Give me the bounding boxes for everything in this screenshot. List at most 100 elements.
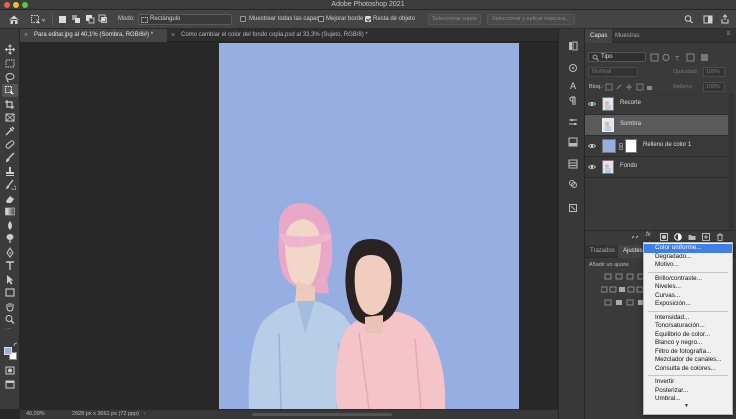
object-subtract-checkbox[interactable] bbox=[365, 16, 371, 22]
object-selection-tool-icon[interactable] bbox=[30, 14, 46, 25]
visibility-eye-icon[interactable] bbox=[588, 101, 596, 107]
search-icon[interactable] bbox=[684, 14, 694, 25]
history-brush-tool-icon[interactable] bbox=[4, 179, 16, 190]
swap-colors-icon[interactable] bbox=[13, 342, 18, 347]
screen-mode-icon[interactable] bbox=[4, 379, 16, 390]
add-mask-icon[interactable] bbox=[660, 233, 668, 241]
scroll-down-icon[interactable]: ▼ bbox=[684, 403, 689, 409]
tab-capas[interactable]: Capas bbox=[585, 29, 613, 43]
tab-muestras[interactable]: Muestras bbox=[610, 29, 645, 43]
eyedropper-tool-icon[interactable] bbox=[4, 125, 16, 136]
adjustment-preset-icons[interactable] bbox=[601, 272, 645, 308]
document-canvas[interactable] bbox=[219, 43, 519, 409]
zoom-level[interactable]: 40,09% bbox=[26, 410, 45, 419]
tab-para-editar[interactable]: × Para editar.jpg al 40,1% (Sombra, RGB/… bbox=[20, 29, 167, 42]
menu-item-11[interactable]: Equilibrio de color... bbox=[644, 331, 732, 340]
object-selection-tool-icon[interactable] bbox=[4, 85, 16, 96]
layer-filter-select[interactable]: Tipo bbox=[588, 52, 646, 62]
quick-mask-icon[interactable] bbox=[4, 365, 16, 376]
menu-item-5[interactable]: Niveles... bbox=[644, 283, 732, 292]
healing-brush-tool-icon[interactable] bbox=[4, 139, 16, 150]
layer-fondo[interactable]: Fondo bbox=[585, 157, 728, 178]
blur-tool-icon[interactable] bbox=[4, 220, 16, 231]
menu-item-9[interactable]: Intensidad... bbox=[644, 314, 732, 323]
add-to-selection-icon[interactable] bbox=[71, 14, 81, 25]
workspace-icon[interactable] bbox=[703, 14, 713, 25]
eraser-tool-icon[interactable] bbox=[4, 193, 16, 204]
path-selection-tool-icon[interactable] bbox=[4, 274, 16, 285]
mode-select[interactable]: Rectángulo bbox=[138, 14, 232, 25]
history-icon[interactable] bbox=[568, 41, 578, 51]
adjustments-icon[interactable] bbox=[568, 117, 578, 127]
dodge-tool-icon[interactable] bbox=[4, 233, 16, 244]
libraries-icon[interactable] bbox=[568, 203, 578, 213]
menu-item-7[interactable]: Exposición... bbox=[644, 300, 732, 309]
menu-item-10[interactable]: Tono/saturación... bbox=[644, 322, 732, 331]
zoom-tool-icon[interactable] bbox=[4, 314, 16, 325]
delete-layer-icon[interactable] bbox=[716, 233, 724, 241]
layer-sombra[interactable]: Sombra bbox=[585, 115, 728, 136]
sample-all-layers-checkbox[interactable] bbox=[240, 16, 246, 22]
foreground-color-swatch[interactable] bbox=[4, 347, 12, 355]
home-icon[interactable] bbox=[8, 14, 20, 25]
type-tool-icon[interactable] bbox=[4, 260, 16, 271]
more-tools-icon[interactable]: ··· bbox=[6, 327, 14, 332]
select-subject-button[interactable]: Seleccionar sujeto bbox=[428, 14, 481, 25]
frame-tool-icon[interactable] bbox=[4, 112, 16, 123]
menu-item-14[interactable]: Mezclador de canales... bbox=[644, 356, 732, 365]
channels-icon[interactable] bbox=[568, 179, 578, 189]
tab-trazados[interactable]: Trazados bbox=[585, 245, 620, 258]
visibility-eye-icon[interactable] bbox=[588, 143, 596, 149]
visibility-eye-icon[interactable] bbox=[588, 164, 596, 170]
canvas-area[interactable] bbox=[20, 43, 558, 409]
link-layers-icon[interactable] bbox=[631, 233, 639, 241]
panel-menu-icon[interactable]: ≡ bbox=[726, 31, 730, 37]
fill-input[interactable]: 100% bbox=[703, 82, 725, 92]
intersect-selection-icon[interactable] bbox=[98, 14, 108, 25]
menu-item-2[interactable]: Motivo... bbox=[644, 261, 732, 270]
close-tab-icon[interactable]: × bbox=[171, 29, 175, 42]
layer-relleno-de-color[interactable]: Relleno de color 1 bbox=[585, 136, 728, 157]
menu-item-4[interactable]: Brillo/contraste... bbox=[644, 275, 732, 284]
new-selection-icon[interactable] bbox=[58, 14, 67, 25]
menu-item-18[interactable]: Posterizar... bbox=[644, 387, 732, 396]
status-arrow-icon[interactable]: › bbox=[144, 410, 146, 419]
select-and-mask-button[interactable]: Seleccionar y aplicar máscara... bbox=[487, 14, 575, 25]
gradient-tool-icon[interactable] bbox=[4, 206, 16, 217]
subtract-from-selection-icon[interactable] bbox=[85, 14, 95, 25]
swatches-icon[interactable] bbox=[568, 137, 578, 147]
menu-item-6[interactable]: Curvas... bbox=[644, 292, 732, 301]
menu-item-0[interactable]: Color uniforme... bbox=[644, 244, 732, 253]
color-icon[interactable] bbox=[568, 63, 578, 73]
menu-item-17[interactable]: Invertir bbox=[644, 378, 732, 387]
crop-tool-icon[interactable] bbox=[4, 99, 16, 110]
layers-icon[interactable] bbox=[568, 159, 578, 169]
layer-style-icon[interactable]: fx bbox=[646, 232, 651, 238]
close-tab-icon[interactable]: × bbox=[24, 29, 28, 42]
layer-filter-icons[interactable]: T bbox=[649, 53, 719, 62]
layers-scrollbar[interactable] bbox=[729, 94, 734, 229]
paragraph-icon[interactable] bbox=[568, 96, 578, 106]
hand-tool-icon[interactable] bbox=[4, 301, 16, 312]
share-icon[interactable] bbox=[720, 14, 730, 25]
horizontal-scrollbar[interactable] bbox=[252, 413, 392, 416]
new-layer-icon[interactable] bbox=[702, 233, 710, 241]
layer-recorte[interactable]: Recorte bbox=[585, 94, 728, 115]
enhance-edge-checkbox[interactable] bbox=[318, 16, 324, 22]
pen-tool-icon[interactable] bbox=[4, 247, 16, 258]
tab-como-cambiar[interactable]: × Como cambiar el color del fondo copia.… bbox=[167, 29, 407, 42]
clone-stamp-tool-icon[interactable] bbox=[4, 166, 16, 177]
blend-mode-select[interactable]: Normal bbox=[588, 67, 638, 77]
lock-icons[interactable] bbox=[605, 83, 653, 91]
character-icon[interactable]: A bbox=[568, 81, 578, 91]
menu-item-13[interactable]: Filtro de fotografía... bbox=[644, 348, 732, 357]
lasso-tool-icon[interactable] bbox=[4, 72, 16, 83]
layer-mask-thumbnail[interactable] bbox=[625, 139, 637, 153]
opacity-input[interactable]: 100% bbox=[703, 67, 725, 77]
new-group-icon[interactable] bbox=[688, 233, 696, 241]
marquee-tool-icon[interactable] bbox=[4, 58, 16, 69]
brush-tool-icon[interactable] bbox=[4, 152, 16, 163]
menu-item-15[interactable]: Consulta de colores... bbox=[644, 365, 732, 374]
adjustment-layer-icon[interactable] bbox=[674, 233, 682, 241]
menu-item-12[interactable]: Blanco y negro... bbox=[644, 339, 732, 348]
